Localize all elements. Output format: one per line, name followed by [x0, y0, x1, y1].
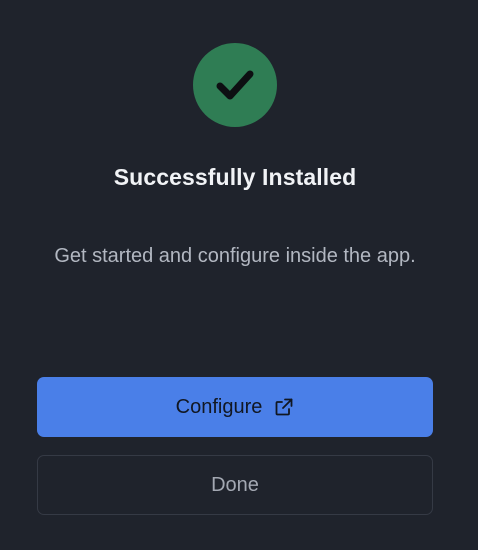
done-button-label: Done: [211, 473, 259, 496]
success-badge: [193, 43, 277, 127]
dialog-title: Successfully Installed: [113, 164, 357, 190]
checkmark-icon: [216, 70, 254, 100]
dialog-description: Get started and configure inside the app…: [54, 245, 416, 267]
external-link-icon: [274, 397, 294, 417]
done-button[interactable]: Done: [37, 455, 433, 515]
configure-button[interactable]: Configure: [37, 377, 433, 437]
configure-button-label: Configure: [175, 395, 263, 418]
install-success-dialog: Successfully Installed Get started and c…: [0, 0, 478, 550]
